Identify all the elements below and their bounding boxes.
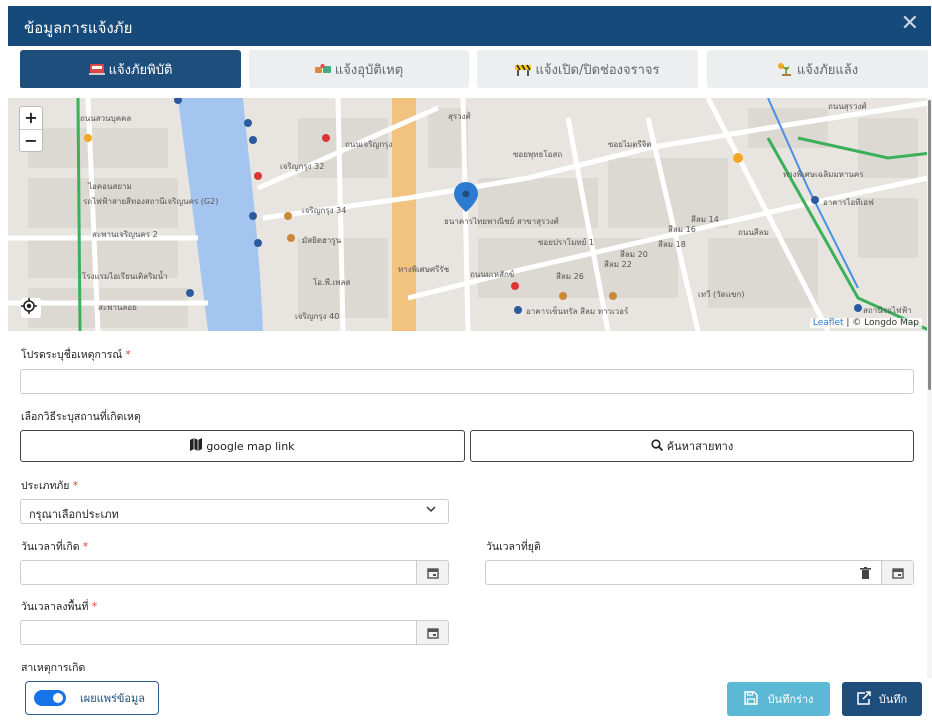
tab-accident[interactable]: แจ้งอุบัติเหตุ (249, 50, 469, 88)
label-text: วันเวลาลงพื้นที่ (21, 601, 89, 613)
required-mark: * (82, 541, 89, 553)
search-route-label: ค้นหาสายทาง (666, 440, 734, 453)
map-label: ถนนมเหสักข์ (470, 270, 515, 279)
map-zoom-control: + − (19, 106, 43, 152)
location-map[interactable]: ถนนสวนบุคคล ไอคอนสยาม รถไฟฟ้าสายสีทองสถา… (8, 98, 931, 331)
map-label: ซอยปราโมทย์ 1 (538, 238, 594, 247)
map-label: โรงแรมไอเรียนเติลริมน้ำ (82, 272, 168, 281)
onsite-time-input[interactable] (20, 620, 449, 645)
scrollbar-thumb[interactable] (928, 100, 931, 390)
accident-icon (314, 62, 331, 76)
map-label: สถานีรถไฟฟ้า (863, 306, 912, 315)
calendar-icon[interactable] (416, 621, 448, 644)
tab-label: แจ้งอุบัติเหตุ (334, 62, 404, 78)
leaflet-link[interactable]: Leaflet (813, 318, 844, 328)
start-time-input[interactable] (20, 560, 449, 585)
dialog-title: ข้อมูลการแจ้งภัย (24, 19, 133, 37)
map-label: ถนนสุรวงศ์ (828, 102, 867, 111)
map-label: โอ.พี.เพลส (313, 278, 351, 287)
end-time-input[interactable] (485, 560, 914, 585)
map-label: มัสยิดฮารูน (302, 236, 342, 245)
google-map-link-label: google map link (206, 439, 295, 453)
save-draft-label: บันทึกร่าง (767, 693, 814, 706)
map-label: สะพานเจริญนคร 2 (92, 230, 158, 239)
map-label: สีลม 18 (658, 240, 686, 249)
map-label: สุรวงศ์ (448, 112, 471, 121)
label-text: ประเภทภัย (21, 480, 70, 492)
map-label: ไอคอนสยาม (88, 182, 132, 191)
map-label: ทางพิเศษเฉลิมมหานคร (783, 170, 864, 179)
floppy-disk-icon (743, 690, 758, 708)
map-label: สะพานลอย (98, 303, 137, 312)
tab-label: แจ้งภัยพิบัติ (108, 62, 173, 78)
map-label: เทวี (วัดแขก) (698, 290, 745, 299)
publish-toggle[interactable] (34, 690, 66, 706)
map-label: รถไฟฟ้าสายสีทองสถานีเจริญนคร (G2) (83, 197, 219, 206)
incident-name-input[interactable] (20, 369, 914, 394)
map-label: สีลม 14 (691, 215, 719, 224)
locate-me-icon[interactable] (21, 298, 41, 318)
tab-label: แจ้งภัยแล้ง (796, 62, 859, 78)
scrollbar[interactable] (927, 98, 932, 678)
cause-label: สาเหตุการเกิด (21, 662, 86, 674)
publish-label: เผยแพร่ข้อมูล (80, 692, 146, 705)
map-attribution: Leaflet | © Longdo Map (809, 318, 922, 328)
zoom-in-button[interactable]: + (20, 107, 42, 129)
map-label: ถนนสีลม (738, 228, 769, 237)
map-label: เจริญกรุง 32 (280, 162, 325, 171)
tab-traffic-lane[interactable]: แจ้งเปิด/ปิดช่องจราจร (477, 50, 698, 88)
google-map-link-button[interactable]: google map link (20, 430, 465, 462)
end-time-label: วันเวลาที่ยุติ (486, 541, 541, 553)
required-mark: * (91, 601, 98, 613)
submit-icon (857, 690, 871, 708)
map-label: สีลม 26 (556, 272, 584, 281)
search-icon (651, 438, 663, 454)
required-mark: * (125, 349, 131, 361)
map-label: ซอยไมตรีจิต (608, 140, 652, 149)
map-label: สีลม 22 (604, 260, 632, 269)
zoom-out-button[interactable]: − (20, 129, 42, 151)
map-label: ทางพิเศษศรีรัช (398, 265, 450, 274)
location-method-label: เลือกวิธีระบุสถานที่เกิดเหตุ (21, 411, 141, 423)
disaster-icon (88, 62, 105, 76)
label-text: วันเวลาที่เกิด (21, 541, 80, 553)
incident-name-label: โปรดระบุชื่อเหตุการณ์ * (21, 346, 131, 363)
hazard-type-value: กรุณาเลือกประเภท (29, 508, 119, 521)
start-time-label: วันเวลาที่เกิด * (21, 538, 88, 555)
attribution-text: | © Longdo Map (843, 318, 919, 328)
hazard-type-label: ประเภทภัย * (21, 477, 78, 494)
tab-disaster[interactable]: แจ้งภัยพิบัติ (20, 50, 241, 88)
onsite-time-label: วันเวลาลงพื้นที่ * (21, 598, 97, 615)
calendar-icon[interactable] (416, 561, 448, 584)
publish-toggle-container: เผยแพร่ข้อมูล (25, 681, 159, 715)
map-label: เจริญกรุง 40 (295, 312, 340, 321)
map-label: อาคารเซ็นทรัล สีลม ทาวเวอร์ (526, 307, 629, 316)
map-icon (190, 438, 203, 454)
map-label: ถนนสวนบุคคล (80, 114, 132, 123)
hazard-type-select[interactable]: กรุณาเลือกประเภท (20, 499, 449, 524)
save-button[interactable]: บันทึก (842, 682, 922, 716)
close-icon[interactable]: ✕ (901, 12, 919, 36)
tab-label: แจ้งเปิด/ปิดช่องจราจร (535, 62, 660, 78)
trash-icon[interactable] (849, 561, 881, 584)
tab-drought[interactable]: แจ้งภัยแล้ง (707, 50, 928, 88)
traffic-barrier-icon (515, 62, 532, 76)
report-type-tabs: แจ้งภัยพิบัติ แจ้งอุบัติเหตุ แจ้งเปิด/ปิ… (8, 46, 931, 92)
active-tab-indicator (20, 84, 241, 88)
search-route-button[interactable]: ค้นหาสายทาง (470, 430, 914, 462)
label-text: โปรดระบุชื่อเหตุการณ์ (21, 349, 123, 361)
save-draft-button[interactable]: บันทึกร่าง (727, 682, 830, 716)
save-label: บันทึก (878, 693, 908, 706)
calendar-icon[interactable] (881, 561, 913, 584)
map-label: ถนนเจริญกรุง (345, 140, 393, 149)
drought-icon (777, 62, 793, 76)
map-label: ซอยพุทธโอสถ (513, 150, 563, 159)
dialog-header: ข้อมูลการแจ้งภัย ✕ (8, 6, 931, 46)
map-label: อาคารไอทีเอฟ (823, 198, 874, 207)
map-label: ธนาคารไทยพาณิชย์ สาขาสุรวงศ์ (444, 217, 559, 226)
required-mark: * (72, 480, 79, 492)
map-label: เจริญกรุง 34 (302, 206, 347, 215)
chevron-down-icon (426, 504, 436, 517)
